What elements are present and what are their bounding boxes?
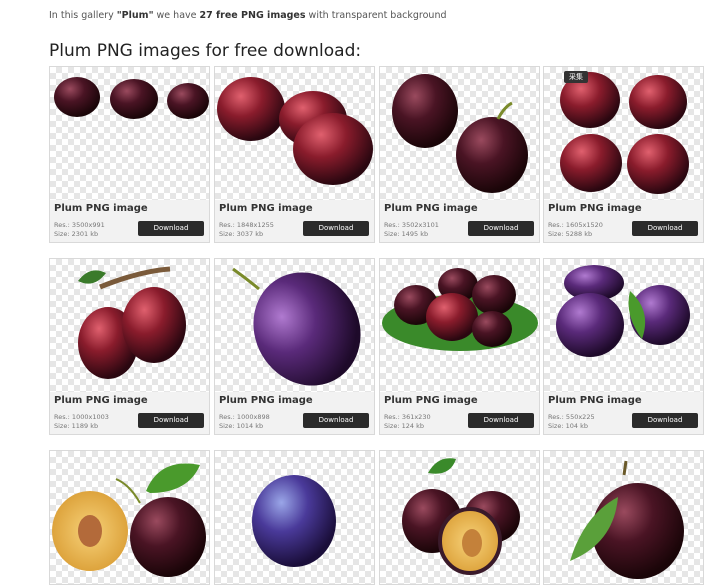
card-size: Size: 1014 kb (219, 422, 264, 430)
card-title: Plum PNG image (219, 203, 313, 214)
card-title: Plum PNG image (384, 395, 478, 406)
image-card[interactable] (49, 450, 210, 585)
gallery-name: "Plum" (116, 10, 154, 21)
image-card[interactable]: Plum PNG image Res.: 3502x3101 Size: 149… (379, 66, 540, 243)
card-title: Plum PNG image (384, 203, 478, 214)
intro-middle: we have (153, 10, 200, 21)
intro-prefix: In this gallery (49, 10, 117, 21)
image-card[interactable]: Plum PNG image Res.: 1000x1003 Size: 118… (49, 258, 210, 435)
plums-on-branch-image[interactable] (50, 259, 209, 392)
image-card[interactable]: Plum PNG image Res.: 550x225 Size: 104 k… (543, 258, 704, 435)
three-plums-row-image[interactable] (50, 67, 209, 200)
image-card[interactable]: Plum PNG image Res.: 1848x1255 Size: 303… (214, 66, 375, 243)
download-button[interactable]: Download (303, 221, 369, 236)
card-title: Plum PNG image (548, 395, 642, 406)
card-resolution: Res.: 550x225 (548, 413, 595, 421)
card-title: Plum PNG image (548, 203, 642, 214)
purple-plums-with-leaf-image[interactable] (544, 259, 703, 392)
download-button[interactable]: Download (303, 413, 369, 428)
card-size: Size: 124 kb (384, 422, 424, 430)
card-resolution: Res.: 3502x3101 (384, 221, 439, 229)
card-resolution: Res.: 1000x898 (219, 413, 270, 421)
two-dark-plums-image[interactable] (380, 67, 539, 200)
download-button[interactable]: Download (138, 413, 204, 428)
card-resolution: Res.: 1000x1003 (54, 413, 109, 421)
sliced-plum-image[interactable] (50, 451, 209, 584)
blue-plum-image[interactable] (215, 451, 374, 584)
image-card[interactable]: Plum PNG image Res.: 1000x898 Size: 1014… (214, 258, 375, 435)
image-card[interactable]: Plum PNG image Res.: 3500x991 Size: 2301… (49, 66, 210, 243)
halved-plum-with-leaf-image[interactable] (380, 451, 539, 584)
image-card[interactable] (379, 450, 540, 585)
gallery-intro: In this gallery "Plum" we have 27 free P… (49, 10, 447, 21)
image-count: 27 free PNG images (199, 10, 306, 21)
card-title: Plum PNG image (54, 203, 148, 214)
download-button[interactable]: Download (632, 221, 698, 236)
card-size: Size: 2301 kb (54, 230, 99, 238)
card-resolution: Res.: 1605x1520 (548, 221, 603, 229)
collect-tag[interactable]: 采集 (564, 71, 588, 83)
download-button[interactable]: Download (632, 413, 698, 428)
intro-suffix: with transparent background (305, 10, 447, 21)
card-resolution: Res.: 361x230 (384, 413, 431, 421)
image-card[interactable]: Plum PNG image Res.: 361x230 Size: 124 k… (379, 258, 540, 435)
download-button[interactable]: Download (138, 221, 204, 236)
plum-pile-on-leaves-image[interactable] (380, 259, 539, 392)
card-size: Size: 1189 kb (54, 422, 99, 430)
card-size: Size: 3037 kb (219, 230, 264, 238)
plum-cluster-image[interactable] (215, 67, 374, 200)
download-button[interactable]: Download (468, 413, 534, 428)
image-card[interactable] (543, 450, 704, 585)
card-resolution: Res.: 3500x991 (54, 221, 105, 229)
image-card[interactable] (214, 450, 375, 585)
card-resolution: Res.: 1848x1255 (219, 221, 274, 229)
card-title: Plum PNG image (54, 395, 148, 406)
download-button[interactable]: Download (468, 221, 534, 236)
single-oval-plum-image[interactable] (215, 259, 374, 392)
card-size: Size: 5288 kb (548, 230, 593, 238)
page-title: Plum PNG images for free download: (49, 41, 362, 61)
four-plums-grid-image[interactable]: 采集 (544, 67, 703, 200)
image-card[interactable]: 采集 Plum PNG image Res.: 1605x1520 Size: … (543, 66, 704, 243)
card-size: Size: 1495 kb (384, 230, 429, 238)
plum-with-leaf-image[interactable] (544, 451, 703, 584)
card-size: Size: 104 kb (548, 422, 588, 430)
card-title: Plum PNG image (219, 395, 313, 406)
